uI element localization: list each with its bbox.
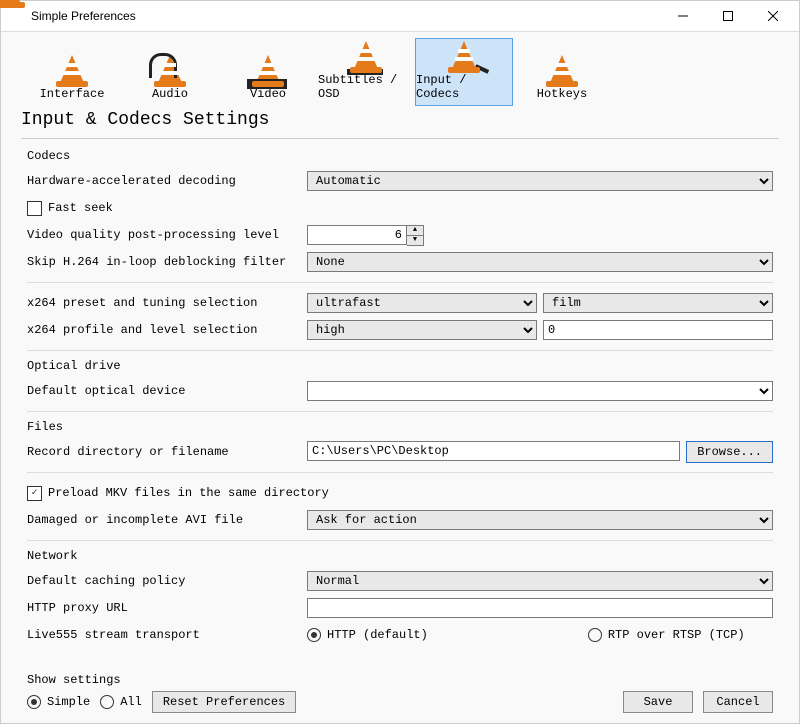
group-network: Network Default caching policy Normal HT… <box>27 549 773 647</box>
cone-icon <box>545 51 579 87</box>
category-label: Hotkeys <box>537 87 587 101</box>
browse-button[interactable]: Browse... <box>686 441 773 463</box>
group-title: Network <box>27 549 773 563</box>
x264-level-input[interactable] <box>543 320 773 340</box>
radio-label: HTTP (default) <box>327 628 428 642</box>
show-all-radio[interactable]: All <box>100 695 142 709</box>
show-settings-label: Show settings <box>27 673 296 687</box>
proxy-input[interactable] <box>307 598 773 618</box>
save-button[interactable]: Save <box>623 691 693 713</box>
category-label: Interface <box>40 87 105 101</box>
category-video[interactable]: Video <box>219 38 317 106</box>
group-title: Codecs <box>27 149 773 163</box>
category-toolbar: Interface Audio Video Subtitles / OSD In… <box>1 32 799 106</box>
x264-preset-select[interactable]: ultrafast <box>307 293 537 313</box>
category-label: Input / Codecs <box>416 73 512 101</box>
app-icon <box>9 8 25 24</box>
live555-rtp-radio[interactable]: RTP over RTSP (TCP) <box>588 628 745 642</box>
subseparator <box>27 472 773 473</box>
radio-label: Simple <box>47 695 90 709</box>
radio-label: RTP over RTSP (TCP) <box>608 628 745 642</box>
reset-preferences-button[interactable]: Reset Preferences <box>152 691 296 713</box>
live555-http-radio[interactable]: HTTP (default) <box>307 628 428 642</box>
minimize-button[interactable] <box>660 2 705 30</box>
subseparator <box>27 350 773 351</box>
window-title: Simple Preferences <box>31 9 136 23</box>
x264-profile-select[interactable]: high <box>307 320 537 340</box>
cone-subtitle-icon <box>349 37 383 73</box>
subseparator <box>27 540 773 541</box>
cone-icon <box>55 51 89 87</box>
group-codecs: Codecs Hardware-accelerated decoding Aut… <box>27 149 773 342</box>
live555-label: Live555 stream transport <box>27 628 307 642</box>
preload-mkv-label: Preload MKV files in the same directory <box>48 486 329 500</box>
quality-input[interactable] <box>307 225 407 245</box>
x264-preset-label: x264 preset and tuning selection <box>27 296 307 310</box>
avi-label: Damaged or incomplete AVI file <box>27 513 307 527</box>
skip-loop-select[interactable]: None <box>307 252 773 272</box>
category-label: Audio <box>152 87 188 101</box>
cone-clapper-icon <box>251 51 285 87</box>
preferences-window: Simple Preferences Interface Audio Video… <box>0 0 800 724</box>
hw-decode-select[interactable]: Automatic <box>307 171 773 191</box>
cone-plug-icon <box>447 37 481 73</box>
category-interface[interactable]: Interface <box>23 38 121 106</box>
radio-label: All <box>120 695 142 709</box>
category-audio[interactable]: Audio <box>121 38 219 106</box>
preload-mkv-checkbox[interactable]: ✓Preload MKV files in the same directory <box>27 486 329 501</box>
record-dir-label: Record directory or filename <box>27 445 307 459</box>
cone-headphones-icon <box>153 51 187 87</box>
settings-body: Codecs Hardware-accelerated decoding Aut… <box>1 139 799 668</box>
fast-seek-checkbox[interactable]: Fast seek <box>27 201 113 216</box>
group-title: Optical drive <box>27 359 773 373</box>
titlebar: Simple Preferences <box>1 1 799 32</box>
avi-select[interactable]: Ask for action <box>307 510 773 530</box>
cancel-button[interactable]: Cancel <box>703 691 773 713</box>
maximize-button[interactable] <box>705 2 750 30</box>
fast-seek-label: Fast seek <box>48 201 113 215</box>
caching-select[interactable]: Normal <box>307 571 773 591</box>
group-files: Files Record directory or filename Brows… <box>27 420 773 532</box>
hw-decode-label: Hardware-accelerated decoding <box>27 174 307 188</box>
record-dir-input[interactable] <box>307 441 680 461</box>
x264-tuning-select[interactable]: film <box>543 293 773 313</box>
group-title: Files <box>27 420 773 434</box>
optical-device-select[interactable] <box>307 381 773 401</box>
quality-label: Video quality post-processing level <box>27 228 307 242</box>
close-button[interactable] <box>750 2 795 30</box>
group-optical: Optical drive Default optical device <box>27 359 773 403</box>
subseparator <box>27 282 773 283</box>
spinner-down-icon[interactable]: ▼ <box>407 236 423 245</box>
category-subtitles[interactable]: Subtitles / OSD <box>317 38 415 106</box>
proxy-label: HTTP proxy URL <box>27 601 307 615</box>
category-label: Subtitles / OSD <box>318 73 414 101</box>
spinner-up-icon[interactable]: ▲ <box>407 226 423 236</box>
page-title: Input & Codecs Settings <box>1 106 799 138</box>
subseparator <box>27 411 773 412</box>
category-hotkeys[interactable]: Hotkeys <box>513 38 611 106</box>
skip-loop-label: Skip H.264 in-loop deblocking filter <box>27 255 307 269</box>
footer: Show settings Simple All Reset Preferenc… <box>1 668 799 723</box>
caching-label: Default caching policy <box>27 574 307 588</box>
category-input-codecs[interactable]: Input / Codecs <box>415 38 513 106</box>
category-label: Video <box>250 87 286 101</box>
quality-spinner[interactable]: ▲▼ <box>307 225 424 246</box>
show-simple-radio[interactable]: Simple <box>27 695 90 709</box>
x264-profile-label: x264 profile and level selection <box>27 323 307 337</box>
optical-device-label: Default optical device <box>27 384 307 398</box>
